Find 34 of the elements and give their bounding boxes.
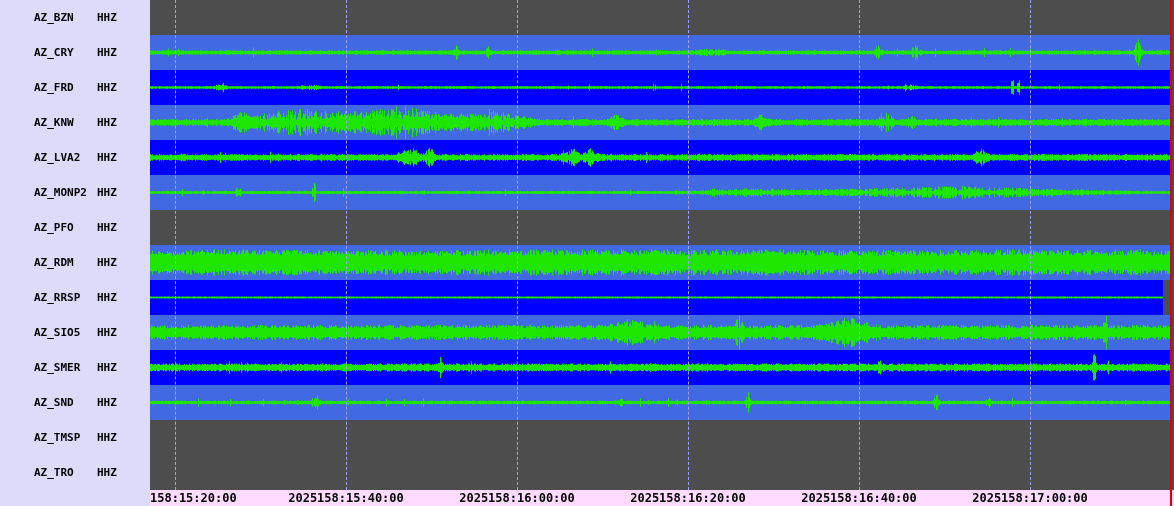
- station-name: AZ_TMSP: [34, 431, 82, 444]
- time-label: 158:15:20:00: [150, 491, 237, 505]
- channel-name: HHZ: [97, 466, 117, 479]
- station-name: AZ_FRD: [34, 81, 75, 94]
- channel-name: HHZ: [97, 116, 117, 129]
- station-name: AZ_LVA2: [34, 151, 82, 164]
- channel-name: HHZ: [97, 11, 117, 24]
- time-label: 2025158:16:00:00: [459, 491, 575, 505]
- time-label: 2025158:16:40:00: [801, 491, 917, 505]
- station-name: AZ_RRSP: [34, 291, 82, 304]
- channel-name: HHZ: [97, 361, 117, 374]
- station-name: AZ_BZN: [34, 11, 75, 24]
- time-label: 2025158:16:20:00: [630, 491, 746, 505]
- channel-name: HHZ: [97, 151, 117, 164]
- channel-name: HHZ: [97, 431, 117, 444]
- channel-name: HHZ: [97, 256, 117, 269]
- channel-name: HHZ: [97, 396, 117, 409]
- channel-name: HHZ: [97, 81, 117, 94]
- channel-name: HHZ: [97, 186, 117, 199]
- time-label: 2025158:17:00:00: [972, 491, 1088, 505]
- time-label: 2025158:15:40:00: [288, 491, 404, 505]
- channel-name: HHZ: [97, 326, 117, 339]
- station-name: AZ_SND: [34, 396, 75, 409]
- station-name: AZ_SMER: [34, 361, 82, 374]
- channel-name: HHZ: [97, 46, 117, 59]
- station-name: AZ_MONP2: [34, 186, 88, 199]
- station-name: AZ_RDM: [34, 256, 75, 269]
- station-name: AZ_SIO5: [34, 326, 82, 339]
- station-name: AZ_KNW: [34, 116, 75, 129]
- station-name: AZ_PFO: [34, 221, 75, 234]
- channel-name: HHZ: [97, 291, 117, 304]
- channel-name: HHZ: [97, 221, 117, 234]
- station-name: AZ_CRY: [34, 46, 75, 59]
- station-name: AZ_TRO: [34, 466, 75, 479]
